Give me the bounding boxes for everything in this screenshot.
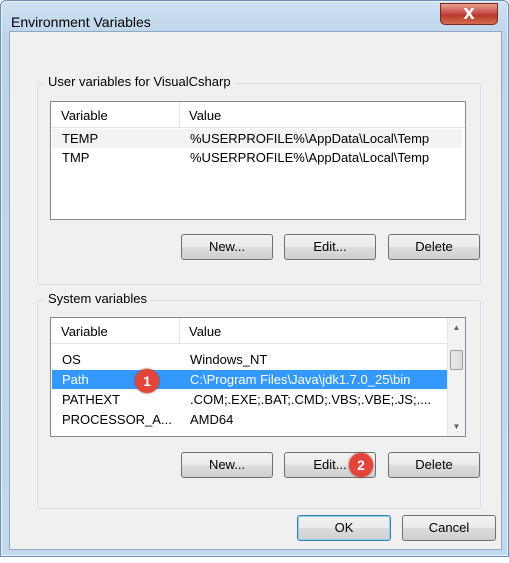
vertical-scrollbar[interactable]: ▲ ▼ bbox=[447, 318, 465, 436]
step-1-badge: 1 bbox=[135, 369, 159, 393]
column-header-value[interactable]: Value bbox=[189, 108, 221, 123]
user-edit-button[interactable]: Edit... bbox=[284, 234, 376, 260]
table-row[interactable]: TEMP %USERPROFILE%\AppData\Local\Temp bbox=[52, 129, 462, 148]
system-var-value: AMD64 bbox=[190, 412, 234, 427]
table-row[interactable]: TMP %USERPROFILE%\AppData\Local\Temp bbox=[52, 148, 462, 167]
dialog-client-area: User variables for VisualCsharp Variable… bbox=[9, 31, 502, 550]
step-2-badge: 2 bbox=[349, 453, 373, 477]
user-variables-list[interactable]: Variable Value TEMP %USERPROFILE%\AppDat… bbox=[50, 101, 466, 220]
system-var-value: .COM;.EXE;.BAT;.CMD;.VBS;.VBE;.JS;.... bbox=[190, 392, 432, 407]
user-delete-button[interactable]: Delete bbox=[388, 234, 480, 260]
system-var-value: Windows_NT bbox=[190, 352, 268, 367]
ok-button[interactable]: OK bbox=[297, 515, 391, 541]
table-row-selected[interactable]: Path C:\Program Files\Java\jdk1.7.0_25\b… bbox=[52, 370, 452, 389]
user-var-value: %USERPROFILE%\AppData\Local\Temp bbox=[190, 150, 430, 165]
user-new-button[interactable]: New... bbox=[181, 234, 273, 260]
cancel-button[interactable]: Cancel bbox=[402, 515, 496, 541]
close-icon: X bbox=[463, 5, 475, 23]
column-separator[interactable] bbox=[179, 318, 180, 343]
user-var-value: %USERPROFILE%\AppData\Local\Temp bbox=[190, 131, 430, 146]
scroll-up-arrow-icon[interactable]: ▲ bbox=[448, 319, 465, 336]
scroll-down-arrow-icon[interactable]: ▼ bbox=[448, 418, 465, 435]
system-variables-list-header: Variable Value bbox=[51, 318, 447, 344]
user-variables-group-label: User variables for VisualCsharp bbox=[45, 74, 234, 89]
table-row[interactable]: PATHEXT .COM;.EXE;.BAT;.CMD;.VBS;.VBE;.J… bbox=[52, 390, 446, 409]
system-var-name: OS bbox=[62, 352, 81, 367]
system-variables-list[interactable]: Variable Value OS Windows_NT Path C:\Pro… bbox=[50, 317, 466, 437]
user-variables-list-header: Variable Value bbox=[51, 102, 465, 128]
column-header-variable[interactable]: Variable bbox=[61, 324, 108, 339]
scrollbar-thumb[interactable] bbox=[450, 350, 463, 370]
close-button[interactable]: X bbox=[440, 3, 498, 25]
table-row[interactable]: OS Windows_NT bbox=[52, 350, 446, 369]
column-separator[interactable] bbox=[179, 102, 180, 127]
system-var-value: C:\Program Files\Java\jdk1.7.0_25\bin bbox=[190, 372, 411, 387]
system-var-name: PATHEXT bbox=[62, 392, 121, 407]
system-var-name: Path bbox=[62, 372, 89, 387]
system-var-name: PROCESSOR_A... bbox=[62, 412, 172, 427]
column-header-value[interactable]: Value bbox=[189, 324, 221, 339]
user-var-name: TMP bbox=[62, 150, 90, 165]
environment-variables-window: Environment Variables X User variables f… bbox=[0, 0, 509, 557]
system-new-button[interactable]: New... bbox=[181, 452, 273, 478]
column-header-variable[interactable]: Variable bbox=[61, 108, 108, 123]
table-row[interactable]: PROCESSOR_A... AMD64 bbox=[52, 410, 446, 429]
user-var-name: TEMP bbox=[62, 131, 99, 146]
system-delete-button[interactable]: Delete bbox=[388, 452, 480, 478]
window-title: Environment Variables bbox=[11, 14, 151, 30]
system-variables-group-label: System variables bbox=[45, 291, 150, 306]
